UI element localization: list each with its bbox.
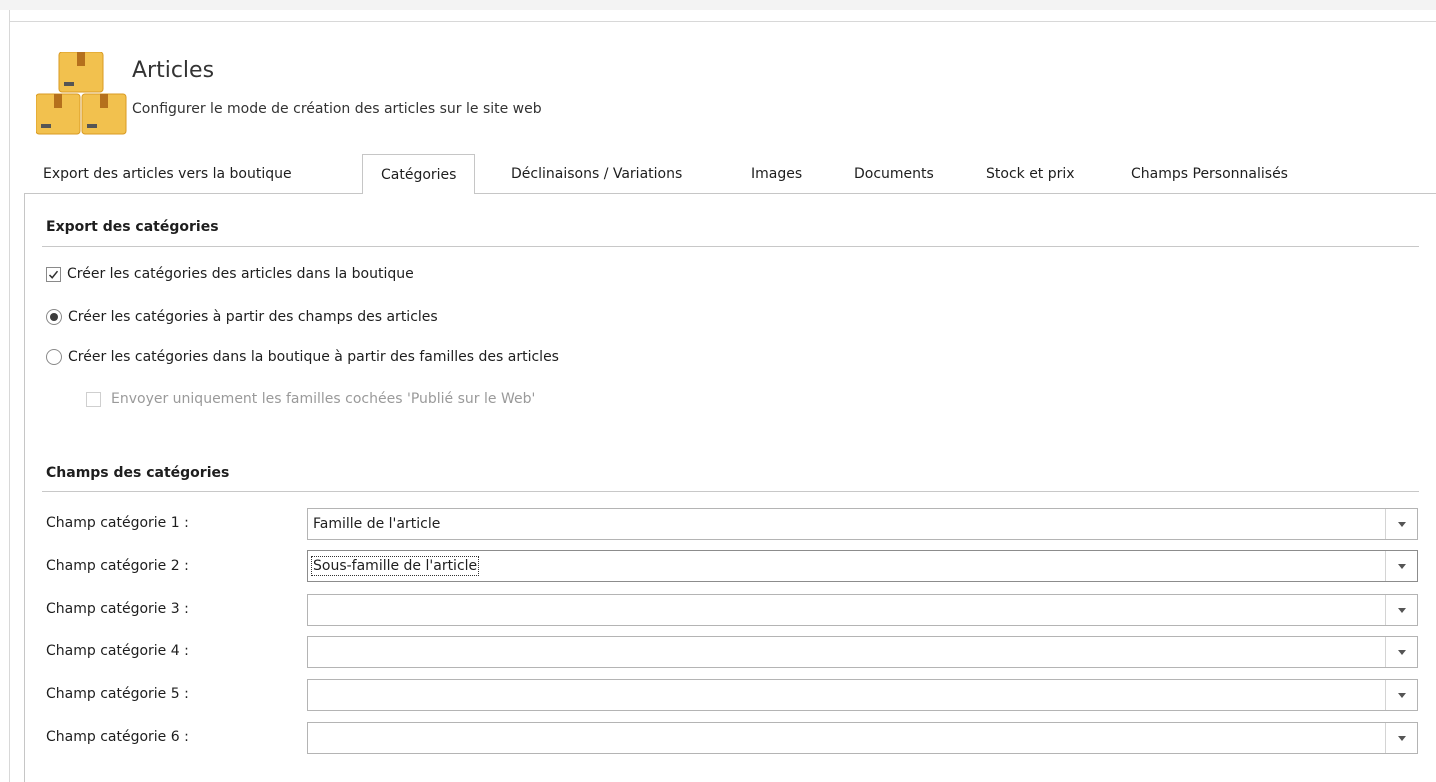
tab-declinaisons[interactable]: Déclinaisons / Variations	[511, 166, 682, 182]
chevron-down-icon	[1397, 735, 1406, 741]
panel-border	[24, 193, 25, 782]
top-band	[0, 0, 1436, 10]
tab-export-articles[interactable]: Export des articles vers la boutique	[43, 166, 292, 182]
dropdown-button[interactable]	[1385, 637, 1417, 667]
checkbox-label: Envoyer uniquement les familles cochées …	[111, 391, 536, 407]
frame-border	[9, 10, 10, 782]
checkbox-box[interactable]	[46, 266, 61, 282]
category-field-2-select[interactable]: Sous-famille de l'article	[307, 550, 1418, 582]
chevron-down-icon	[1397, 692, 1406, 698]
section-title-fields: Champs des catégories	[46, 465, 230, 481]
category-field-1-select[interactable]: Famille de l'article	[307, 508, 1418, 540]
only-published-checkbox[interactable]: Envoyer uniquement les familles cochées …	[86, 388, 535, 410]
chevron-down-icon	[1397, 521, 1406, 527]
tab-champs-personnalises[interactable]: Champs Personnalisés	[1131, 166, 1288, 182]
dropdown-button[interactable]	[1385, 680, 1417, 710]
tab-images[interactable]: Images	[751, 166, 802, 182]
chevron-down-icon	[1397, 563, 1406, 569]
boxes-icon	[36, 52, 127, 135]
category-field-3-select[interactable]	[307, 594, 1418, 626]
tab-stock-prix[interactable]: Stock et prix	[986, 166, 1075, 182]
chevron-down-icon	[1397, 607, 1406, 613]
dropdown-button[interactable]	[1385, 595, 1417, 625]
page-title: Articles	[132, 58, 215, 83]
field-label-4: Champ catégorie 4 :	[46, 643, 189, 659]
field-label-2: Champ catégorie 2 :	[46, 558, 189, 574]
section-divider	[42, 246, 1419, 247]
section-title-export: Export des catégories	[46, 219, 219, 235]
create-categories-checkbox[interactable]: Créer les catégories des articles dans l…	[46, 263, 414, 285]
dropdown-button[interactable]	[1385, 551, 1417, 581]
field-label-6: Champ catégorie 6 :	[46, 729, 189, 745]
category-field-4-select[interactable]	[307, 636, 1418, 668]
field-label-1: Champ catégorie 1 :	[46, 515, 189, 531]
tab-categories[interactable]: Catégories	[362, 154, 476, 194]
radio-dot	[50, 313, 58, 321]
select-value: Famille de l'article	[313, 516, 441, 532]
category-field-5-select[interactable]	[307, 679, 1418, 711]
tab-bar: Export des articles vers la boutique Cat…	[24, 154, 1436, 194]
select-value: Sous-famille de l'article	[310, 556, 480, 576]
section-divider	[42, 491, 1419, 492]
box-bottom-right	[81, 93, 127, 135]
field-label-5: Champ catégorie 5 :	[46, 686, 189, 702]
mode-families-radio[interactable]: Créer les catégories dans la boutique à …	[46, 346, 559, 368]
mode-fields-radio[interactable]: Créer les catégories à partir des champs…	[46, 306, 438, 328]
box-bottom-left	[36, 93, 81, 135]
page-subtitle: Configurer le mode de création des artic…	[132, 101, 542, 117]
dropdown-button[interactable]	[1385, 723, 1417, 753]
radio-label: Créer les catégories à partir des champs…	[68, 309, 438, 325]
tab-strip-divider	[24, 193, 1436, 194]
category-field-6-select[interactable]	[307, 722, 1418, 754]
radio-button[interactable]	[46, 349, 62, 365]
settings-window: Articles Configurer le mode de création …	[0, 0, 1436, 782]
box-top	[58, 52, 104, 93]
checkbox-label: Créer les catégories des articles dans l…	[67, 266, 414, 282]
dropdown-button[interactable]	[1385, 509, 1417, 539]
checkbox-box-disabled[interactable]	[86, 391, 101, 407]
checkmark-icon	[48, 270, 59, 279]
tab-documents[interactable]: Documents	[854, 166, 934, 182]
frame-border-top	[9, 21, 1436, 22]
chevron-down-icon	[1397, 649, 1406, 655]
radio-label: Créer les catégories dans la boutique à …	[68, 349, 559, 365]
field-label-3: Champ catégorie 3 :	[46, 601, 189, 617]
radio-button-selected[interactable]	[46, 309, 62, 325]
